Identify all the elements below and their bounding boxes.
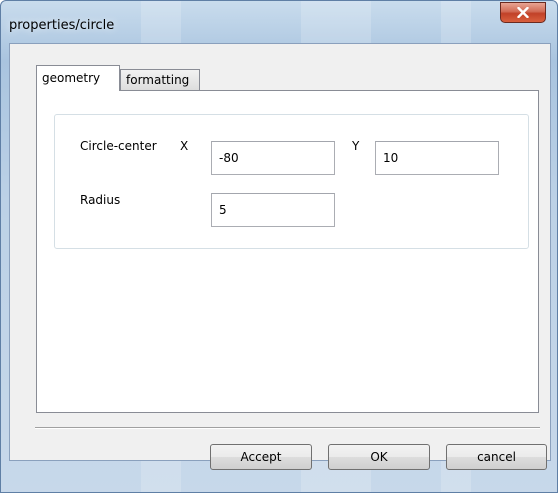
dialog-client-area: geometry formatting Circle-center X Y Ra… — [9, 43, 551, 461]
accept-button[interactable]: Accept — [210, 444, 312, 470]
properties-dialog: properties/circle geometry formatting Ci… — [0, 0, 558, 493]
close-button[interactable] — [500, 2, 546, 23]
button-separator — [35, 427, 540, 429]
y-field[interactable] — [375, 141, 499, 175]
tab-formatting-label: formatting — [126, 73, 190, 87]
circle-center-label: Circle-center — [80, 139, 157, 153]
cancel-button[interactable]: cancel — [446, 444, 547, 470]
geometry-tab-panel: Circle-center X Y Radius — [36, 90, 539, 413]
radius-field[interactable] — [211, 193, 335, 227]
title-bar[interactable]: properties/circle — [1, 1, 557, 43]
window-title: properties/circle — [9, 18, 115, 33]
radius-label: Radius — [80, 193, 121, 207]
y-label: Y — [352, 139, 360, 153]
tab-geometry[interactable]: geometry — [36, 65, 120, 91]
tab-formatting[interactable]: formatting — [120, 69, 200, 91]
x-field[interactable] — [211, 141, 335, 175]
x-label: X — [180, 139, 189, 153]
ok-button[interactable]: OK — [328, 444, 430, 470]
close-icon — [517, 7, 529, 18]
tab-geometry-label: geometry — [42, 71, 101, 85]
geometry-group-box: Circle-center X Y Radius — [54, 114, 529, 249]
